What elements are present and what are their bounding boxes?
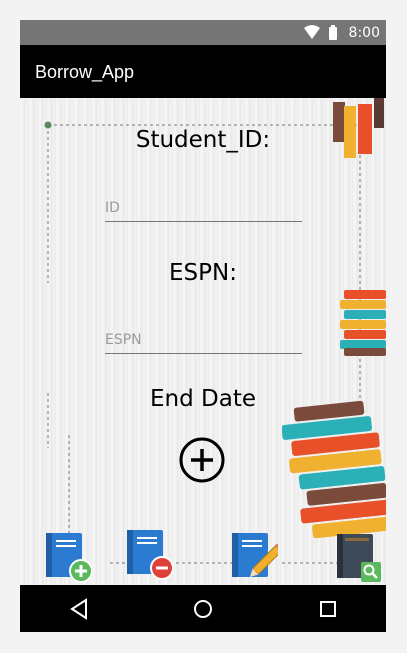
back-triangle-icon[interactable] (68, 597, 92, 621)
status-icons (304, 25, 337, 40)
app-bar: Borrow_App (20, 45, 386, 98)
home-circle-icon[interactable] (191, 597, 215, 621)
wifi-icon (304, 25, 320, 39)
books-middle-icon (340, 290, 386, 356)
status-bar: 8:00 (20, 20, 386, 45)
status-time: 8:00 (348, 25, 380, 41)
book-add-icon[interactable] (44, 531, 92, 583)
books-top-icon (333, 98, 384, 158)
plus-circle-icon[interactable] (179, 437, 225, 483)
student-id-label: Student_ID: (135, 127, 271, 153)
device-frame: 8:00 Borrow_App Student_ID: ESPN: End Da… (20, 20, 386, 632)
books-stack-icon (282, 400, 386, 538)
recents-square-icon[interactable] (316, 597, 340, 621)
espn-label: ESPN: (169, 260, 237, 286)
espn-input[interactable] (105, 327, 302, 354)
main-content: Student_ID: ESPN: End Date (20, 98, 386, 585)
student-id-input[interactable] (105, 195, 302, 222)
book-remove-icon[interactable] (125, 528, 173, 580)
end-date-label: End Date (150, 386, 256, 412)
book-search-icon[interactable] (335, 532, 383, 584)
navigation-bar (20, 585, 386, 632)
app-title: Borrow_App (35, 62, 135, 82)
book-edit-icon[interactable] (230, 531, 278, 583)
battery-icon (329, 27, 337, 40)
